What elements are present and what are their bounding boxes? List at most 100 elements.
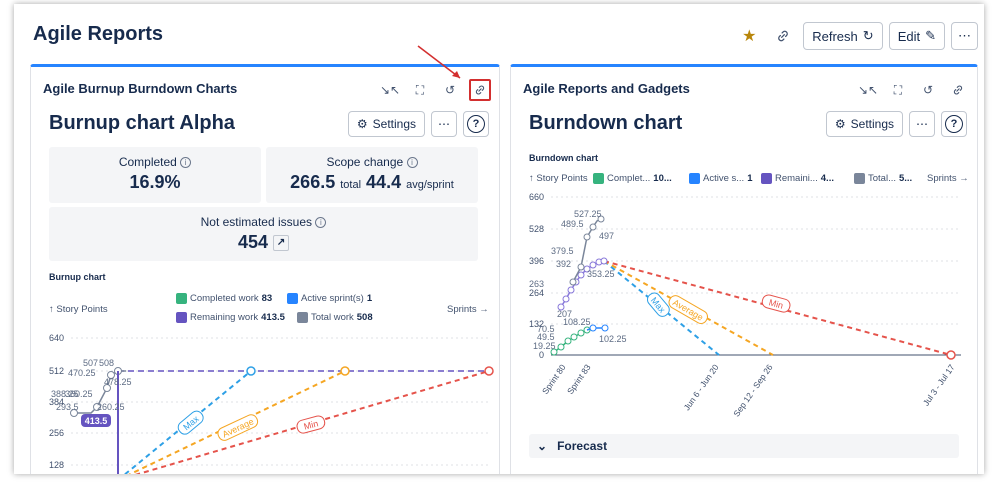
- completed-value: 16.9%: [129, 172, 181, 192]
- refresh-label: Refresh: [812, 28, 858, 44]
- settings-label: Settings: [850, 117, 894, 131]
- edit-button[interactable]: Edit ✎: [888, 22, 945, 50]
- help-button[interactable]: ?: [463, 111, 489, 137]
- not-estimated-label: Not estimated issues: [200, 215, 313, 229]
- point-label: 508: [99, 358, 114, 368]
- legend-total[interactable]: Total... 5...: [854, 173, 912, 184]
- external-link-icon[interactable]: ↗: [273, 235, 290, 252]
- point-label: 470.25: [68, 368, 96, 378]
- chart-actions: ⚙ Settings ⋯ ?: [825, 111, 967, 137]
- star-icon[interactable]: ★: [735, 22, 763, 50]
- chart-title: Burndown chart: [529, 112, 683, 134]
- more-button[interactable]: ⋯: [909, 111, 935, 137]
- page-header: Agile Reports ★ Refresh ↻ Edit ✎ ⋯: [14, 4, 984, 64]
- help-button[interactable]: ?: [941, 111, 967, 137]
- scope-total: 266.5: [290, 172, 336, 192]
- data-point: [601, 324, 609, 332]
- data-point: [589, 223, 597, 231]
- legend-active[interactable]: Active sprint(s) 1: [287, 293, 372, 304]
- chevron-down-icon: ⌄: [537, 439, 548, 453]
- data-point: [577, 263, 585, 271]
- app-frame: Agile Reports ★ Refresh ↻ Edit ✎ ⋯ Agile…: [14, 4, 984, 474]
- more-actions-button[interactable]: ⋯: [951, 22, 978, 50]
- legend-swatch: [176, 312, 187, 323]
- scope-label: Scope change: [326, 155, 404, 169]
- forecast-label: Forecast: [557, 439, 608, 453]
- refresh-button[interactable]: Refresh ↻: [803, 22, 883, 50]
- completed-label: Completed: [118, 155, 177, 169]
- refresh-icon: ↻: [862, 28, 874, 43]
- data-point: [567, 286, 575, 294]
- legend-swatch: [854, 173, 865, 184]
- panel-toolbar: ↘↖ ⛶ ↺: [379, 79, 491, 101]
- point-label: 478.25: [104, 377, 132, 387]
- copy-link-icon[interactable]: [947, 79, 969, 101]
- y-tick: 396: [529, 256, 544, 266]
- reload-icon[interactable]: ↺: [439, 79, 461, 101]
- info-icon[interactable]: i: [315, 217, 327, 229]
- point-label: 260.25: [97, 402, 125, 412]
- x-tick: Sprint 80: [540, 362, 568, 396]
- point-label: 507: [83, 358, 98, 368]
- copy-link-icon[interactable]: [469, 79, 491, 101]
- more-button[interactable]: ⋯: [431, 111, 457, 137]
- point-label: 379.5: [551, 246, 574, 256]
- y-tick: 660: [529, 192, 544, 202]
- collapse-icon[interactable]: ↘↖: [379, 79, 401, 101]
- gear-icon: ⚙: [834, 117, 846, 131]
- scope-total-unit: total: [340, 179, 362, 191]
- fullscreen-icon[interactable]: ⛶: [409, 79, 431, 101]
- info-icon[interactable]: i: [180, 157, 192, 169]
- edit-label: Edit: [897, 28, 921, 44]
- burndown-chart: 660 528 396 264 132 0 Max Average Min 52…: [529, 192, 961, 418]
- collapse-icon[interactable]: ↘↖: [857, 79, 879, 101]
- x-tick: Jun 6 - Jun 20: [682, 362, 721, 412]
- help-icon: ?: [945, 115, 963, 133]
- panel-title: Agile Burnup Burndown Charts: [43, 81, 238, 96]
- forecast-section-toggle[interactable]: ⌄ Forecast: [529, 434, 959, 458]
- settings-button[interactable]: ⚙ Settings: [825, 111, 903, 137]
- legend-remaining[interactable]: Remaining work 413.5: [176, 312, 285, 323]
- y-tick: 256: [49, 428, 64, 438]
- point-label: 353.25: [587, 269, 615, 279]
- min-end-point: [484, 366, 494, 376]
- point-label: 293.5: [56, 402, 79, 412]
- burnup-chart-label: Burnup chart: [49, 272, 106, 282]
- point-label: 19.25: [533, 341, 556, 351]
- scope-change-stat: Scope change i 266.5 total 44.4 avg/spri…: [266, 147, 478, 203]
- x-tick: Sep 12 - Sep 26: [731, 362, 775, 418]
- panel-title: Agile Reports and Gadgets: [523, 81, 690, 96]
- link-icon[interactable]: [769, 22, 797, 50]
- reload-icon[interactable]: ↺: [917, 79, 939, 101]
- info-icon[interactable]: i: [406, 157, 418, 169]
- remaining-tooltip-text: 413.5: [85, 416, 108, 426]
- edit-icon: ✎: [925, 28, 936, 43]
- y-tick: 528: [529, 224, 544, 234]
- legend-remaining[interactable]: Remaini... 4...: [761, 173, 834, 184]
- panel-toolbar: ↘↖ ⛶ ↺: [857, 79, 969, 101]
- point-label: 489.5: [561, 219, 584, 229]
- burndown-chart-label: Burndown chart: [529, 153, 598, 163]
- legend-active[interactable]: Active s... 1: [689, 173, 752, 184]
- y-tick: 640: [49, 333, 64, 343]
- legend-swatch: [593, 173, 604, 184]
- point-label: 360.25: [65, 389, 93, 399]
- min-end-point: [946, 350, 956, 360]
- point-label: 102.25: [599, 334, 627, 344]
- burndown-gadget-panel: Agile Reports and Gadgets ↘↖ ⛶ ↺ Burndow…: [510, 64, 978, 474]
- settings-button[interactable]: ⚙ Settings: [347, 111, 425, 137]
- burnup-gadget-panel: Agile Burnup Burndown Charts ↘↖ ⛶ ↺ Burn…: [30, 64, 500, 474]
- not-estimated-stat: Not estimated issues i 454 ↗: [49, 207, 478, 261]
- chart-title: Burnup chart Alpha: [49, 112, 235, 134]
- legend-completed[interactable]: Complet... 10...: [593, 173, 672, 184]
- fullscreen-icon[interactable]: ⛶: [887, 79, 909, 101]
- y-tick: 512: [49, 366, 64, 376]
- chart-actions: ⚙ Settings ⋯ ?: [347, 111, 489, 137]
- data-point: [570, 333, 578, 341]
- legend-total[interactable]: Total work 508: [297, 312, 373, 323]
- x-axis-note: Sprints →: [447, 304, 489, 315]
- data-point: [583, 233, 591, 241]
- legend-completed[interactable]: Completed work 83: [176, 293, 272, 304]
- y-tick: 128: [49, 460, 64, 470]
- legend-swatch: [287, 293, 298, 304]
